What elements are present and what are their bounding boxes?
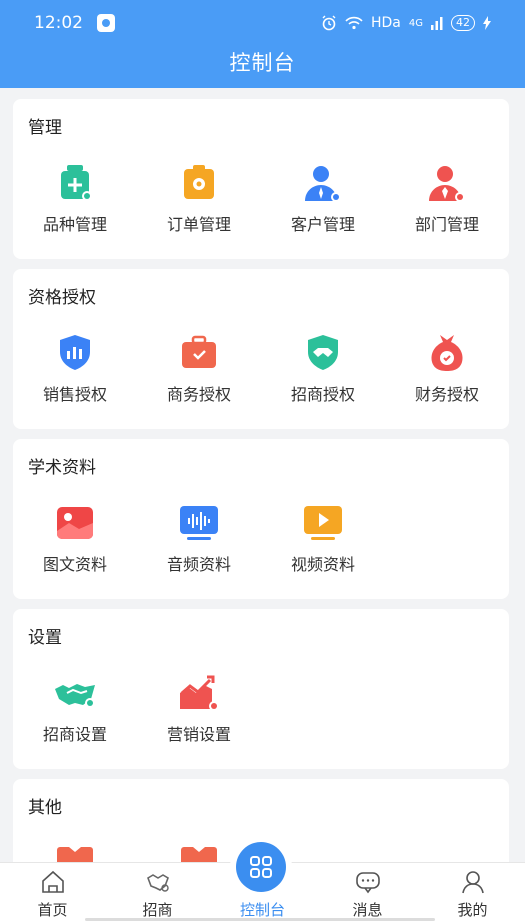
- tab-profile[interactable]: 我的: [420, 863, 525, 922]
- finance-auth-icon: [431, 335, 463, 371]
- profile-icon: [462, 871, 484, 894]
- menu-item-investment-auth[interactable]: 招商授权: [261, 331, 385, 421]
- message-icon: [356, 872, 380, 894]
- menu-item-label: 图文资料: [42, 555, 107, 574]
- console-center-button[interactable]: [236, 842, 286, 892]
- menu-item-investment-settings[interactable]: 招商设置: [13, 671, 137, 761]
- menu-item-video-doc[interactable]: 视频资料: [261, 501, 385, 591]
- investment-auth-icon: [308, 335, 338, 370]
- home-icon: [42, 870, 64, 893]
- video-doc-icon: [304, 506, 342, 540]
- customer-icon: [305, 166, 341, 202]
- menu-item-label: 商务授权: [166, 385, 231, 404]
- menu-item-label: 部门管理: [414, 215, 479, 234]
- business-auth-icon: [182, 335, 216, 368]
- image-doc-icon: [57, 507, 93, 539]
- status-time: 12:02: [34, 13, 83, 33]
- header: 12:02 HDa 4G 42 控制台: [0, 0, 525, 88]
- network-indicator: 4G: [408, 17, 423, 29]
- charging-icon: [483, 16, 491, 30]
- menu-item-label: 品种管理: [42, 215, 107, 234]
- audio-doc-icon: [180, 506, 218, 540]
- handshake-icon: [147, 874, 169, 892]
- product-icon: [61, 165, 92, 201]
- menu-item-label: 招商设置: [42, 725, 107, 744]
- menu-item-image-doc[interactable]: 图文资料: [13, 501, 137, 591]
- menu-item-label: 招商授权: [290, 385, 355, 404]
- menu-item-label: 客户管理: [290, 215, 355, 234]
- tab-investment[interactable]: 招商: [105, 863, 210, 922]
- home-indicator: [85, 918, 435, 921]
- tab-label: 消息: [352, 901, 383, 919]
- menu-item-business-auth[interactable]: 商务授权: [137, 331, 261, 421]
- page-title: 控制台: [229, 51, 296, 75]
- investment-settings-icon: [55, 684, 95, 708]
- section-authorization: 资格授权 销售授权 商务授权 招商授权 财务授权: [13, 269, 509, 429]
- tab-messages[interactable]: 消息: [315, 863, 420, 922]
- menu-item-label: 财务授权: [414, 385, 479, 404]
- tab-label: 我的: [457, 901, 488, 919]
- section-title: 管理: [28, 118, 62, 138]
- section-title: 学术资料: [28, 458, 96, 478]
- menu-item-product[interactable]: 品种管理: [13, 161, 137, 251]
- section-title: 设置: [28, 628, 62, 648]
- section-title: 其他: [28, 798, 62, 818]
- menu-item-sales-auth[interactable]: 销售授权: [13, 331, 137, 421]
- battery-level: 42: [451, 15, 475, 31]
- menu-item-order[interactable]: 订单管理: [137, 161, 261, 251]
- marketing-settings-icon: [180, 675, 219, 711]
- menu-item-marketing-settings[interactable]: 营销设置: [137, 671, 261, 761]
- grid-icon: [250, 856, 272, 878]
- section-title: 资格授权: [28, 288, 96, 308]
- status-bar: 12:02 HDa 4G 42: [0, 0, 525, 46]
- order-icon: [184, 165, 214, 199]
- menu-item-audio-doc[interactable]: 音频资料: [137, 501, 261, 591]
- menu-item-finance-auth[interactable]: 财务授权: [385, 331, 509, 421]
- signal-icon: [431, 17, 443, 30]
- alarm-icon: [322, 15, 336, 31]
- menu-item-customer[interactable]: 客户管理: [261, 161, 385, 251]
- tab-label: 首页: [37, 901, 68, 919]
- menu-item-label: 销售授权: [42, 385, 107, 404]
- menu-item-label: 营销设置: [166, 725, 231, 744]
- tab-label: 控制台: [239, 901, 285, 919]
- menu-item-label: 视频资料: [290, 555, 355, 574]
- section-settings: 设置 招商设置 营销设置: [13, 609, 509, 769]
- tab-label: 招商: [142, 901, 173, 919]
- section-academic: 学术资料 图文资料 音频资料 视频资料: [13, 439, 509, 599]
- app-notification-icon: [97, 14, 115, 32]
- tab-home[interactable]: 首页: [0, 863, 105, 922]
- sales-auth-icon: [60, 335, 90, 370]
- menu-item-department[interactable]: 部门管理: [385, 161, 509, 251]
- section-management: 管理 品种管理 订单管理 客户管理 部门管理: [13, 99, 509, 259]
- wifi-icon: [345, 16, 363, 30]
- department-icon: [429, 166, 465, 202]
- hd-indicator: HDa: [370, 15, 401, 31]
- menu-item-label: 音频资料: [166, 555, 231, 574]
- menu-item-label: 订单管理: [166, 215, 231, 234]
